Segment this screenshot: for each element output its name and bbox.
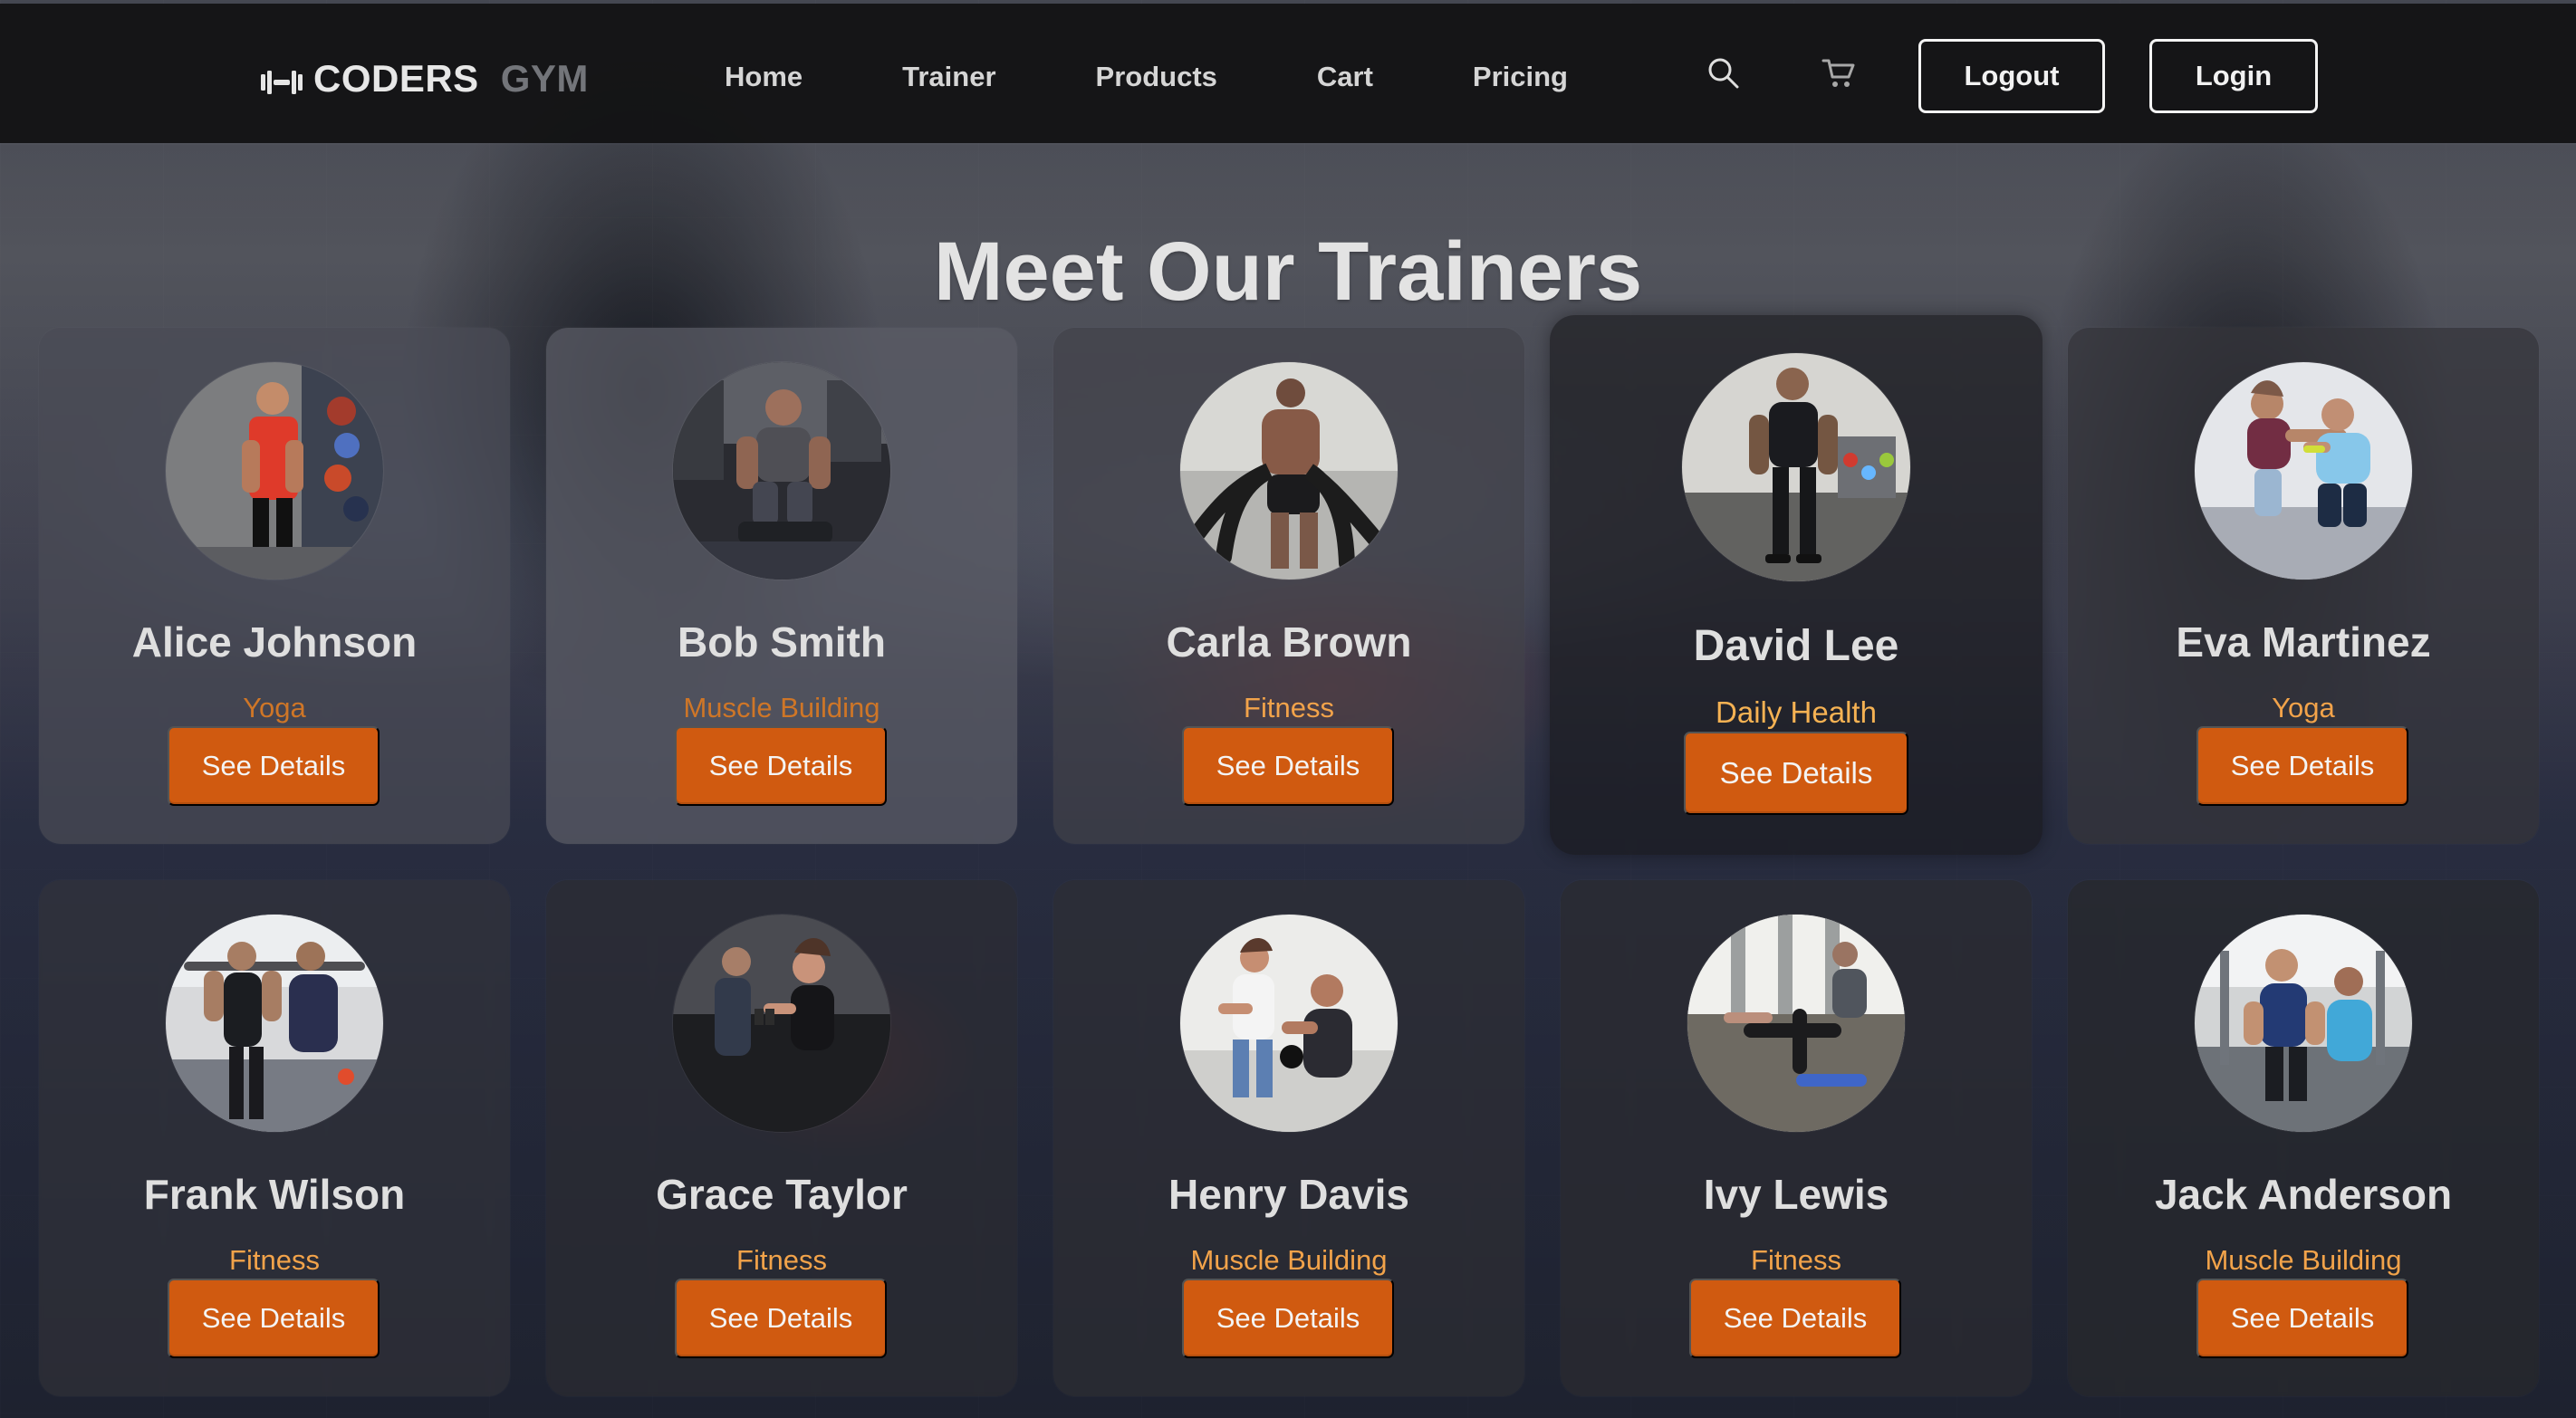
main-navigation: Home Trainer Products Cart Pricing <box>725 61 1568 93</box>
brand-logo[interactable]: CODERS GYM <box>259 56 589 101</box>
brand-logo-main-text: CODERS <box>313 57 479 100</box>
trainer-specialty: Fitness <box>1244 692 1334 723</box>
see-details-button[interactable]: See Details <box>168 726 380 806</box>
search-button[interactable] <box>1705 56 1743 94</box>
cart-icon <box>1821 55 1859 95</box>
trainer-card-bob-smith: Bob Smith Muscle Building See Details <box>546 328 1017 844</box>
trainers-page: CODERS GYM Home Trainer Products Cart Pr… <box>0 0 2576 1418</box>
trainer-name: Carla Brown <box>1166 618 1412 666</box>
see-details-button[interactable]: See Details <box>1689 1279 1901 1358</box>
see-details-button[interactable]: See Details <box>2196 726 2408 806</box>
see-details-button[interactable]: See Details <box>675 1279 887 1358</box>
trainer-name: Henry Davis <box>1168 1171 1409 1218</box>
see-details-button[interactable]: See Details <box>1684 732 1908 815</box>
nav-products[interactable]: Products <box>1096 61 1217 93</box>
trainer-photo <box>1687 915 1905 1132</box>
nav-trainer[interactable]: Trainer <box>902 61 995 93</box>
trainer-specialty: Muscle Building <box>1190 1244 1388 1276</box>
see-details-button[interactable]: See Details <box>675 726 887 806</box>
dumbbell-logo-icon <box>259 63 304 94</box>
trainer-specialty: Yoga <box>2272 692 2335 723</box>
trainer-name: Jack Anderson <box>2154 1171 2453 1218</box>
trainer-name: Grace Taylor <box>656 1171 908 1218</box>
login-button[interactable]: Login <box>2149 39 2318 113</box>
trainer-specialty: Daily Health <box>1716 695 1877 729</box>
trainer-name: Ivy Lewis <box>1703 1171 1889 1218</box>
trainer-card-henry-davis: Henry Davis Muscle Building See Details <box>1053 880 1524 1396</box>
see-details-button[interactable]: See Details <box>168 1279 380 1358</box>
trainer-name: Frank Wilson <box>143 1171 406 1218</box>
see-details-button[interactable]: See Details <box>1182 1279 1394 1358</box>
trainer-photo <box>1180 915 1398 1132</box>
trainer-photo <box>673 362 890 580</box>
trainer-name: Eva Martinez <box>2176 618 2431 666</box>
trainer-card-david-lee: David Lee Daily Health See Details <box>1550 315 2043 855</box>
cart-button[interactable] <box>1821 56 1859 94</box>
trainer-specialty: Fitness <box>1751 1244 1841 1276</box>
top-navbar: CODERS GYM Home Trainer Products Cart Pr… <box>0 4 2576 143</box>
nav-home[interactable]: Home <box>725 61 803 93</box>
trainer-card-eva-martinez: Eva Martinez Yoga See Details <box>2068 328 2539 844</box>
trainer-photo <box>166 915 383 1132</box>
trainer-specialty: Fitness <box>736 1244 827 1276</box>
trainer-name: Bob Smith <box>678 618 886 666</box>
trainer-photo <box>1682 353 1910 581</box>
trainer-card-carla-brown: Carla Brown Fitness See Details <box>1053 328 1524 844</box>
search-icon <box>1706 56 1741 94</box>
trainer-name: David Lee <box>1693 622 1899 670</box>
trainer-card-jack-anderson: Jack Anderson Muscle Building See Detail… <box>2068 880 2539 1396</box>
nav-pricing[interactable]: Pricing <box>1473 61 1568 93</box>
trainer-card-alice-johnson: Alice Johnson Yoga See Details <box>39 328 510 844</box>
brand-logo-accent-text: GYM <box>500 57 589 100</box>
trainer-specialty: Muscle Building <box>683 692 880 723</box>
trainer-name: Alice Johnson <box>131 618 418 666</box>
see-details-button[interactable]: See Details <box>2196 1279 2408 1358</box>
trainer-photo <box>1180 362 1398 580</box>
trainer-photo <box>2195 362 2412 580</box>
trainer-photo <box>2195 915 2412 1132</box>
trainer-specialty: Muscle Building <box>2205 1244 2402 1276</box>
trainer-photo <box>166 362 383 580</box>
trainer-grid: Alice Johnson Yoga See Details Bob Smith… <box>0 0 2576 1418</box>
see-details-button[interactable]: See Details <box>1182 726 1394 806</box>
logout-button[interactable]: Logout <box>1918 39 2105 113</box>
nav-cart[interactable]: Cart <box>1317 61 1373 93</box>
trainer-specialty: Fitness <box>229 1244 320 1276</box>
trainer-card-grace-taylor: Grace Taylor Fitness See Details <box>546 880 1017 1396</box>
trainer-card-frank-wilson: Frank Wilson Fitness See Details <box>39 880 510 1396</box>
trainer-specialty: Yoga <box>243 692 306 723</box>
trainer-card-ivy-lewis: Ivy Lewis Fitness See Details <box>1561 880 2032 1396</box>
trainer-photo <box>673 915 890 1132</box>
header-icons <box>1705 56 1859 94</box>
